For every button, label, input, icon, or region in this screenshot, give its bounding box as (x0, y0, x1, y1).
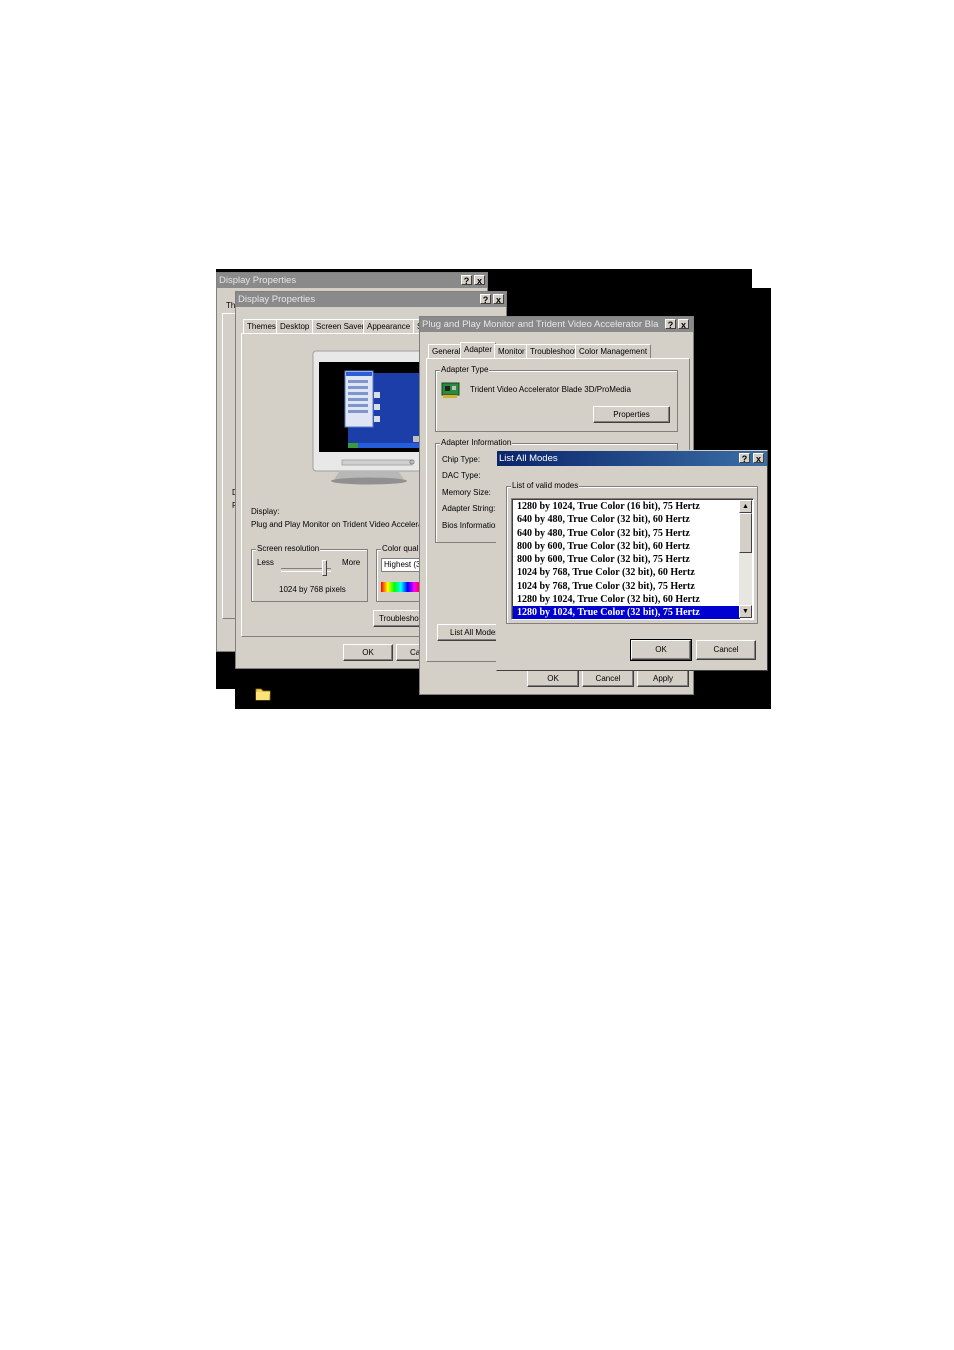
adapter-cancel-button[interactable]: Cancel (582, 670, 634, 687)
tab-themes[interactable]: Themes (243, 319, 280, 333)
back-help-button[interactable]: ? (461, 275, 472, 286)
resolution-slider[interactable] (281, 560, 331, 578)
back-window-titlebar[interactable]: Display Properties (217, 273, 487, 288)
adapter-help-button[interactable]: ? (665, 319, 676, 330)
screen-resolution-label: Screen resolution (256, 544, 321, 553)
adapter-properties-button[interactable]: Properties (593, 406, 670, 423)
display-label: Display: (251, 507, 280, 516)
display-value: Plug and Play Monitor on Trident Video A… (251, 520, 440, 529)
adapter-window-titlebar[interactable]: Plug and Play Monitor and Trident Video … (420, 317, 663, 332)
mode-list-item[interactable]: 640 by 480, True Color (32 bit), 60 Hert… (513, 513, 740, 526)
main-ok-button[interactable]: OK (343, 644, 393, 661)
adapter-type-label: Adapter Type (440, 365, 490, 374)
adapter-string-label: Adapter String: (442, 504, 496, 513)
adapter-tab-strip: General Adapter Monitor Troubleshoot Col… (428, 342, 690, 358)
mode-list-item[interactable]: 640 by 480, True Color (32 bit), 75 Hert… (513, 527, 740, 540)
list-all-modes-titlebar[interactable]: List All Modes (497, 451, 767, 466)
mode-list-item[interactable]: 1024 by 768, True Color (32 bit), 75 Her… (513, 580, 740, 593)
display-properties-titlebar[interactable]: Display Properties (236, 292, 506, 307)
list-modes-cancel-button[interactable]: Cancel (696, 640, 756, 660)
tab-adapter[interactable]: Adapter (460, 342, 497, 358)
list-all-modes-dialog: List All Modes ? x List of valid modes 1… (496, 450, 768, 671)
list-modes-ok-button[interactable]: OK (630, 639, 692, 661)
adapter-close-button[interactable]: x (678, 319, 689, 330)
main-close-button[interactable]: x (493, 294, 504, 305)
mode-list-item[interactable]: 1280 by 1024, True Color (32 bit), 75 He… (513, 606, 740, 619)
back-window-title: Display Properties (219, 275, 297, 286)
back-tab-fragment[interactable]: Th (226, 301, 235, 310)
back-panel (222, 313, 236, 619)
scroll-thumb[interactable] (739, 513, 752, 553)
adapter-name: Trident Video Accelerator Blade 3D/ProMe… (470, 385, 631, 394)
scroll-down-button[interactable]: ▼ (739, 605, 752, 618)
display-properties-title: Display Properties (238, 294, 316, 305)
memory-size-label: Memory Size: (442, 488, 491, 497)
resolution-less-label: Less (257, 558, 274, 567)
tab-color-management[interactable]: Color Management (575, 344, 652, 358)
resolution-more-label: More (342, 558, 361, 567)
mode-list-item[interactable]: 800 by 600, True Color (32 bit), 60 Hert… (513, 540, 740, 553)
list-modes-close-button[interactable]: x (753, 453, 764, 464)
back-close-button[interactable]: x (474, 275, 485, 286)
folder-icon[interactable] (255, 685, 271, 701)
tab-desktop[interactable]: Desktop (276, 319, 314, 333)
adapter-window-title: Plug and Play Monitor and Trident Video … (422, 319, 659, 330)
mode-list-item[interactable]: 800 by 600, True Color (32 bit), 75 Hert… (513, 553, 740, 566)
resolution-slider-thumb[interactable] (322, 560, 327, 576)
scroll-up-button[interactable]: ▲ (739, 500, 752, 513)
valid-modes-label: List of valid modes (511, 481, 580, 490)
valid-modes-list: 1280 by 1024, True Color (16 bit), 75 He… (513, 500, 740, 619)
resolution-value: 1024 by 768 pixels (279, 585, 346, 594)
chip-type-label: Chip Type: (442, 455, 481, 464)
tab-monitor[interactable]: Monitor (494, 344, 529, 358)
modes-scrollbar[interactable]: ▲ ▼ (739, 500, 752, 618)
dac-type-label: DAC Type: (442, 471, 481, 480)
tab-general[interactable]: General (428, 344, 465, 358)
list-modes-help-button[interactable]: ? (739, 453, 750, 464)
tab-appearance[interactable]: Appearance (363, 319, 415, 333)
mode-list-item[interactable]: 1280 by 1024, True Color (16 bit), 75 He… (513, 500, 740, 513)
valid-modes-listbox[interactable]: 1280 by 1024, True Color (16 bit), 75 He… (511, 498, 754, 620)
adapter-information-label: Adapter Information (440, 438, 513, 447)
tab-troubleshoot[interactable]: Troubleshoot (526, 344, 581, 358)
mode-list-item[interactable]: 1280 by 1024, True Color (32 bit), 60 He… (513, 593, 740, 606)
list-all-modes-title: List All Modes (499, 453, 558, 464)
adapter-ok-button[interactable]: OK (527, 670, 579, 687)
main-help-button[interactable]: ? (480, 294, 491, 305)
tab-screen-saver[interactable]: Screen Saver (312, 319, 369, 333)
mode-list-item[interactable]: 1024 by 768, True Color (32 bit), 60 Her… (513, 566, 740, 579)
bios-information-label: Bios Information: (442, 521, 503, 530)
color-spectrum-bar (381, 582, 421, 592)
adapter-apply-button[interactable]: Apply (637, 670, 689, 687)
monitor-preview (312, 350, 427, 485)
video-card-icon (441, 381, 461, 399)
